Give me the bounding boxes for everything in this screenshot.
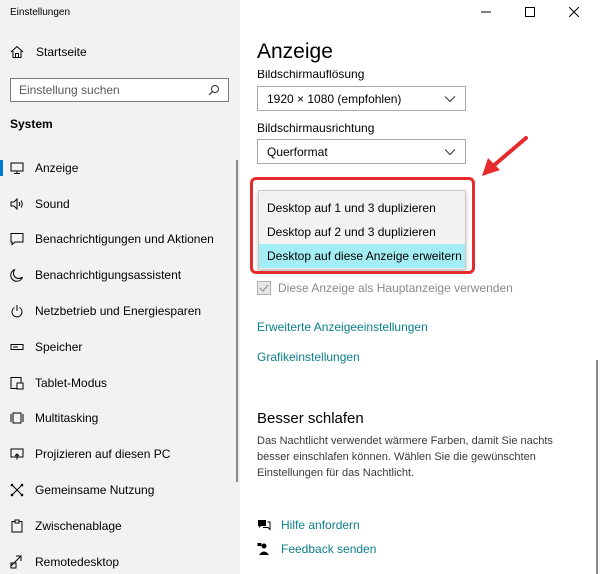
sidebar-item-shared-experiences[interactable]: Gemeinsame Nutzung — [0, 472, 240, 508]
main-scrollbar[interactable] — [596, 360, 598, 574]
sleep-description: Das Nachtlicht verwendet wärmere Farben,… — [257, 435, 553, 479]
main-display-label: Diese Anzeige als Hauptanzeige verwenden — [278, 281, 513, 295]
search-icon[interactable] — [208, 84, 220, 96]
page-title: Anzeige — [257, 40, 333, 63]
project-icon — [10, 447, 24, 461]
sidebar-item-project[interactable]: Projizieren auf diesen PC — [0, 436, 240, 472]
help-label: Hilfe anfordern — [281, 518, 360, 532]
sidebar-scrollbar[interactable] — [236, 160, 238, 482]
chevron-down-icon — [444, 95, 456, 103]
storage-icon — [10, 340, 24, 354]
sidebar-item-label: Gemeinsame Nutzung — [35, 483, 155, 498]
sidebar-item-remote-desktop[interactable]: Remotedesktop — [0, 544, 240, 574]
sidebar: Einstellungen Startseite System Anzeige … — [0, 0, 240, 574]
section-label: System — [10, 117, 53, 131]
annotation-highlight-box — [250, 177, 475, 274]
sidebar-item-label: Remotedesktop — [35, 554, 120, 569]
sidebar-item-multitasking[interactable]: Multitasking — [0, 401, 240, 437]
tablet-icon — [10, 376, 24, 390]
search-input[interactable] — [19, 83, 208, 97]
home-label: Startseite — [36, 45, 87, 59]
sidebar-item-label: Netzbetrieb und Energiesparen — [35, 304, 202, 319]
home-link[interactable]: Startseite — [10, 45, 87, 59]
sidebar-item-power[interactable]: Netzbetrieb und Energiesparen — [0, 293, 240, 329]
orientation-dropdown[interactable]: Querformat — [257, 139, 466, 164]
moon-icon — [10, 268, 24, 283]
sidebar-item-clipboard[interactable]: Zwischenablage — [0, 508, 240, 544]
checkmark-icon — [259, 284, 269, 292]
graphics-settings-link[interactable]: Grafikeinstellungen — [257, 350, 360, 364]
sleep-heading: Besser schlafen — [257, 410, 364, 427]
sidebar-item-label: Multitasking — [35, 411, 99, 426]
sidebar-item-tablet-mode[interactable]: Tablet-Modus — [0, 365, 240, 401]
main-content: Anzeige Bildschirmauflösung 1920 × 1080 … — [240, 0, 600, 574]
sidebar-item-label: Projizieren auf diesen PC — [35, 447, 171, 462]
resolution-value: 1920 × 1080 (empfohlen) — [267, 91, 402, 106]
resolution-label: Bildschirmauflösung — [257, 67, 365, 81]
multitasking-icon — [10, 411, 24, 425]
app-title: Einstellungen — [10, 7, 71, 18]
sidebar-item-anzeige[interactable]: Anzeige — [0, 150, 240, 186]
feedback-link[interactable]: Feedback senden — [257, 542, 376, 556]
feedback-icon — [257, 542, 271, 556]
orientation-label: Bildschirmausrichtung — [257, 121, 375, 135]
sidebar-item-label: Sound — [35, 196, 70, 211]
chevron-down-icon — [444, 148, 456, 156]
orientation-value: Querformat — [267, 144, 328, 159]
sidebar-item-label: Zwischenablage — [35, 518, 122, 533]
sidebar-item-label: Benachrichtigungsassistent — [35, 268, 182, 283]
home-icon — [10, 45, 24, 59]
share-icon — [10, 483, 24, 497]
display-icon — [10, 161, 24, 175]
power-icon — [10, 304, 24, 318]
resolution-dropdown[interactable]: 1920 × 1080 (empfohlen) — [257, 86, 466, 111]
sidebar-item-storage[interactable]: Speicher — [0, 329, 240, 365]
help-chat-icon — [257, 518, 271, 532]
main-display-checkbox-row[interactable]: Diese Anzeige als Hauptanzeige verwenden — [257, 281, 513, 295]
sidebar-item-label: Speicher — [35, 339, 83, 354]
notification-icon — [10, 232, 24, 247]
sidebar-item-label: Benachrichtigungen und Aktionen — [35, 232, 214, 247]
feedback-label: Feedback senden — [281, 542, 377, 556]
sidebar-item-label: Anzeige — [35, 160, 79, 175]
advanced-display-settings-link[interactable]: Erweiterte Anzeigeeinstellungen — [257, 320, 428, 334]
sidebar-item-label: Tablet-Modus — [35, 375, 108, 390]
sidebar-item-focus-assist[interactable]: Benachrichtigungsassistent — [0, 257, 240, 293]
settings-search[interactable] — [10, 78, 229, 102]
sound-icon — [10, 197, 24, 211]
sidebar-item-sound[interactable]: Sound — [0, 186, 240, 222]
sidebar-item-notifications[interactable]: Benachrichtigungen und Aktionen — [0, 222, 240, 258]
sidebar-nav: Anzeige Sound Benachrichtigungen und Akt… — [0, 150, 240, 574]
main-display-checkbox[interactable] — [257, 281, 271, 295]
annotation-arrow-icon — [482, 136, 528, 176]
help-link[interactable]: Hilfe anfordern — [257, 518, 360, 532]
clipboard-icon — [10, 519, 24, 533]
remote-icon — [10, 555, 24, 569]
